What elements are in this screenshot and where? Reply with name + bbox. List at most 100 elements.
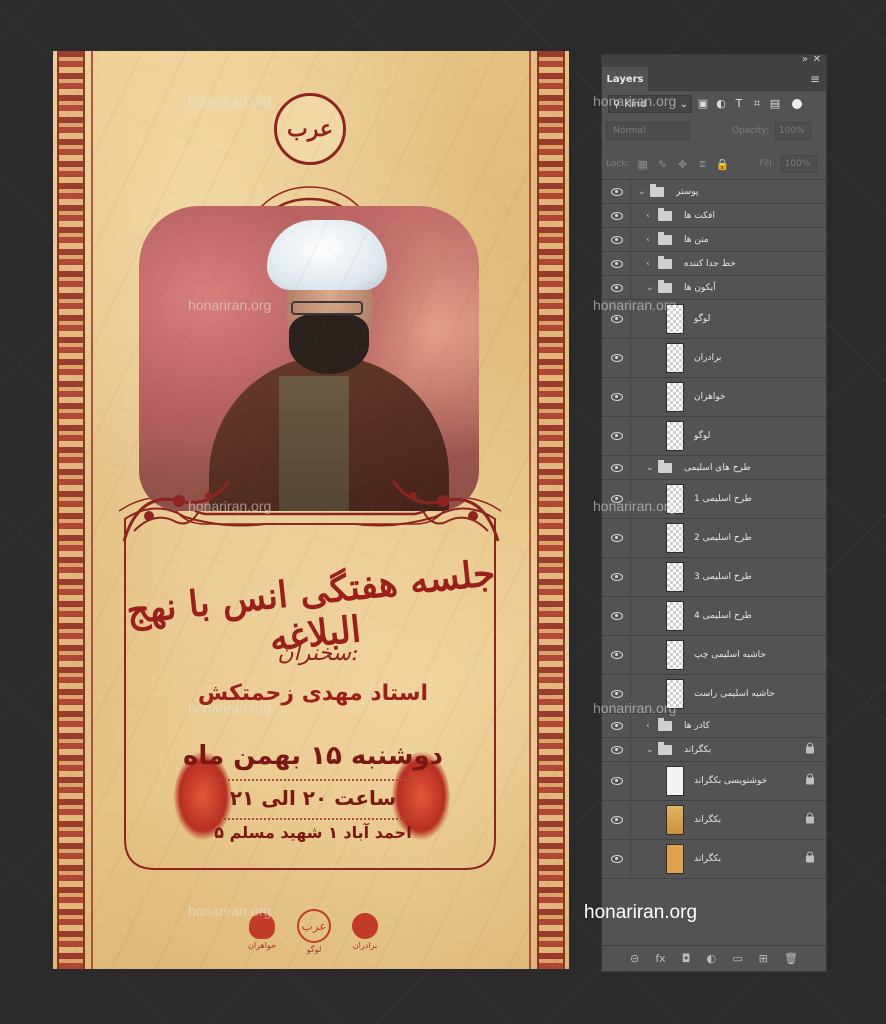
visibility-eye-icon[interactable] [611,354,623,362]
type-filter-icon[interactable]: T [732,97,746,111]
visibility-eye-icon[interactable] [611,721,623,730]
visibility-eye-icon[interactable] [611,393,623,401]
layer-name: طرح اسلیمی 1 [694,494,752,504]
poster-canvas[interactable]: عرب جلسه هفتگی انس با نهج البلاغه سخنران… [53,51,569,969]
chevron-left-icon[interactable]: ‹ [646,721,650,731]
layer-group-row[interactable]: ‹ افکت ها [602,204,826,228]
shape-filter-icon[interactable]: ⌗ [750,97,764,111]
visibility-eye-icon[interactable] [611,534,623,542]
chevron-down-icon: ⌄ [679,98,688,110]
brothers-caption: برادران [352,940,378,950]
chevron-down-icon[interactable]: ⌄ [646,283,654,293]
visibility-eye-icon[interactable] [611,777,623,785]
layer-group-row[interactable]: ‹ متن ها [602,228,826,252]
blend-mode-select[interactable]: Normal [606,122,690,140]
lock-paint-icon[interactable]: ✎ [656,158,670,171]
watermark-1: honariran.org [188,93,272,109]
left-border-line [91,51,93,969]
visibility-eye-icon[interactable] [611,573,623,581]
layer-row[interactable]: طرح اسلیمی 3 [602,558,826,597]
brothers-icon-group: برادران [352,912,378,950]
layer-name: بکگراند [684,744,712,755]
visibility-eye-icon[interactable] [611,855,623,863]
visibility-eye-icon[interactable] [611,211,623,220]
chevron-down-icon[interactable]: ⌄ [638,187,646,197]
layer-name: پوستر [676,186,699,197]
layer-row[interactable]: بکگراند [602,801,826,840]
visibility-eye-icon[interactable] [611,651,623,659]
eye-column-divider [630,558,631,596]
visibility-eye-icon[interactable] [611,187,623,196]
layer-row[interactable]: خواهران [602,378,826,417]
lock-row: Lock: ▦ ✎ ✥ ⧈ 🔒 Fill: 100% [602,153,826,175]
lock-move-icon[interactable]: ✥ [676,158,690,171]
layer-name: خواهران [694,392,726,402]
layer-thumbnail [666,382,684,412]
filter-toggle[interactable] [792,99,802,109]
visibility-eye-icon[interactable] [611,315,623,323]
chevron-down-icon[interactable]: ⌄ [646,745,654,755]
visibility-eye-icon[interactable] [611,283,623,292]
tab-layers[interactable]: Layers [602,67,648,91]
layer-group-row[interactable]: ‹ کادر ها [602,714,826,738]
watermark-8: honariran.org [593,700,677,716]
chevron-down-icon[interactable]: ⌄ [646,463,654,473]
layer-name: لوگو [694,431,711,441]
new-layer-icon[interactable]: ⊞ [759,952,768,965]
chevron-left-icon[interactable]: ‹ [646,211,650,221]
eye-column-divider [630,204,631,227]
eye-column-divider [630,456,631,479]
event-date: دوشنبه ۱۵ بهمن ماه [183,741,443,771]
poster-logo-text: عرب [287,116,333,142]
visibility-eye-icon[interactable] [611,816,623,824]
visibility-eye-icon[interactable] [611,259,623,268]
right-border-line [529,51,531,969]
layer-group-row[interactable]: ‹ خط جدا کننده [602,252,826,276]
close-panel-icon[interactable]: ✕ [813,54,821,65]
visibility-eye-icon[interactable] [611,463,623,472]
panel-tabbar: Layers ≡ [602,67,826,91]
layer-row[interactable]: لوگو [602,417,826,456]
lock-transparent-icon[interactable]: ▦ [636,158,650,171]
visibility-eye-icon[interactable] [611,432,623,440]
dotted-divider-2 [213,818,413,820]
panel-menu-icon[interactable]: ≡ [810,72,820,86]
opacity-field[interactable]: 100% [775,122,811,140]
chevron-left-icon[interactable]: ‹ [646,235,650,245]
visibility-eye-icon[interactable] [611,612,623,620]
layer-row[interactable]: برادران [602,339,826,378]
chevron-left-icon[interactable]: ‹ [646,259,650,269]
layer-group-row[interactable]: ⌄ بکگراند [602,738,826,762]
visibility-eye-icon[interactable] [611,745,623,754]
new-group-icon[interactable]: ▭ [732,952,742,965]
lock-artboard-icon[interactable]: ⧈ [696,157,710,171]
collapse-panel-icon[interactable]: » [802,54,808,65]
layer-group-row[interactable]: ⌄ طرح های اسلیمی [602,456,826,480]
layer-group-row[interactable]: ⌄ پوستر [602,180,826,204]
layer-row[interactable]: حاشیه اسلیمی چپ [602,636,826,675]
folder-icon [658,459,672,473]
logo-icon-group: عرب لوگو [297,908,332,954]
trash-icon[interactable]: 🗑 [784,952,798,965]
photo-glasses [291,301,363,315]
mask-icon[interactable]: ◘ [682,952,691,965]
adjustment-filter-icon[interactable]: ◐ [714,97,728,111]
layer-row[interactable]: طرح اسلیمی 4 [602,597,826,636]
lock-all-icon[interactable]: 🔒 [716,158,730,171]
panel-footer: ⊝ fx ◘ ◐ ▭ ⊞ 🗑 [602,945,826,971]
link-icon[interactable]: ⊝ [630,952,639,965]
layer-row[interactable]: طرح اسلیمی 2 [602,519,826,558]
visibility-eye-icon[interactable] [611,690,623,698]
layer-name: آیکون ها [684,282,716,293]
watermark-10: honariran.org [584,902,698,923]
fill-field[interactable]: 100% [780,155,817,173]
layer-row[interactable]: بکگراند [602,840,826,879]
adjustment-icon[interactable]: ◐ [707,952,717,965]
layer-name: طرح اسلیمی 3 [694,572,752,582]
layer-row[interactable]: خوشنویسی بکگراند [602,762,826,801]
fx-icon[interactable]: fx [655,952,665,965]
image-filter-icon[interactable]: ▣ [696,97,710,111]
layer-name: کادر ها [684,720,710,731]
smart-object-filter-icon[interactable]: ▤ [768,97,782,111]
visibility-eye-icon[interactable] [611,235,623,244]
